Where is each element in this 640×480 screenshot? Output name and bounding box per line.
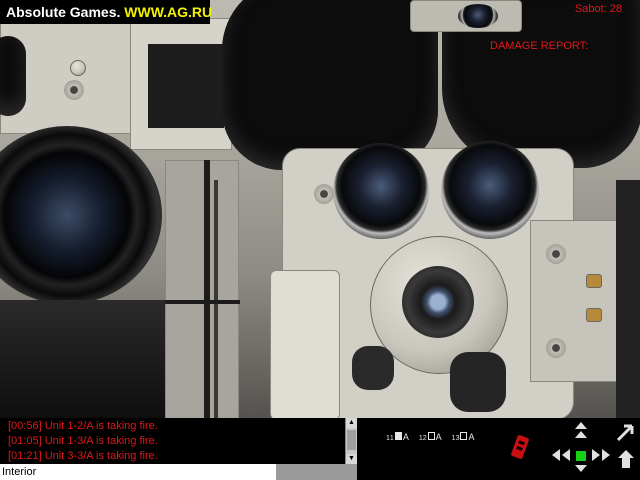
cable-2 [214, 180, 218, 418]
unit-selector: 1 1 A 1 2 A 1 3 A [386, 428, 474, 442]
turn-right-icon[interactable] [602, 449, 610, 461]
log-entry: [00:56] Unit 1-2/A is taking fire. [8, 420, 158, 432]
corner-controls [616, 424, 634, 468]
center-view-icon[interactable] [576, 451, 586, 461]
damage-report-label: DAMAGE REPORT: [490, 40, 589, 52]
unit-button-3[interactable]: 1 3 A [452, 428, 475, 442]
cursor-icon[interactable] [616, 424, 634, 442]
right-eyepiece [441, 141, 539, 239]
side-bolt-top [546, 244, 566, 264]
wall-knob [70, 60, 86, 76]
tank-icon [427, 432, 435, 440]
unit-button-1[interactable]: 1 1 A [386, 428, 409, 442]
auxiliary-sight-lens [0, 126, 162, 304]
tank-icon [460, 432, 468, 440]
watermark: Absolute Games. WWW.AG.RU [0, 0, 213, 24]
lower-left-knob [352, 346, 394, 390]
radio-handset-icon[interactable] [511, 434, 529, 460]
strafe-left-icon[interactable] [562, 449, 570, 461]
tank-icon [394, 432, 402, 440]
lower-left-shadow [0, 300, 165, 418]
turn-left-icon[interactable] [552, 449, 560, 461]
unit-button-2[interactable]: 1 2 A [419, 428, 442, 442]
status-bar: Interior [0, 464, 276, 480]
brass-fitting-1 [586, 274, 602, 288]
status-bar-fill [276, 464, 357, 480]
move-up-icon[interactable] [575, 422, 587, 429]
side-bolt-bottom [546, 338, 566, 358]
top-instrument-lens [458, 4, 498, 28]
left-brow-pad [222, 0, 438, 170]
log-entry: [01:21] Unit 3-3/A is taking fire. [8, 450, 158, 462]
watermark-url: WWW.AG.RU [124, 4, 213, 20]
lower-right-knob [450, 352, 506, 412]
movement-controls [552, 422, 610, 472]
scroll-down-arrow-icon[interactable]: ▼ [346, 454, 357, 464]
watermark-text: Absolute Games. [6, 4, 121, 20]
log-scrollbar[interactable]: ▲ ▼ [345, 418, 357, 464]
log-entry: [01:05] Unit 1-3/A is taking fire. [8, 435, 158, 447]
right-edge-shadow [616, 180, 640, 418]
message-log: [00:56] Unit 1-2/A is taking fire. [01:0… [0, 418, 345, 464]
gunner-sight-view[interactable] [0, 0, 640, 418]
brass-fitting-2 [586, 308, 602, 322]
frame-opening [148, 44, 224, 128]
move-forward-icon[interactable] [575, 431, 587, 438]
ammo-counter: Sabot: 28 [574, 3, 622, 15]
left-rubber-guard [0, 36, 26, 116]
strafe-right-icon[interactable] [592, 449, 600, 461]
unit-letter: A [435, 432, 442, 442]
sight-dial-lens [402, 266, 474, 338]
scroll-thumb[interactable] [347, 430, 356, 450]
lower-left-column [165, 160, 239, 418]
sight-side-plate [530, 220, 618, 382]
cable-1 [204, 160, 210, 418]
unit-letter: A [468, 432, 475, 442]
vertical-pipe [270, 270, 340, 418]
scroll-up-arrow-icon[interactable]: ▲ [346, 418, 357, 428]
exit-vehicle-icon[interactable] [618, 450, 634, 468]
unit-index: 2 [422, 435, 427, 442]
bottom-hud: [00:56] Unit 1-2/A is taking fire. [01:0… [0, 418, 640, 480]
body-bolt [314, 184, 334, 204]
unit-index: 3 [455, 435, 460, 442]
move-backward-icon[interactable] [575, 465, 587, 472]
wall-bolt [64, 80, 84, 100]
unit-letter: A [402, 432, 409, 442]
left-eyepiece [333, 143, 429, 239]
unit-index: 1 [389, 435, 394, 442]
